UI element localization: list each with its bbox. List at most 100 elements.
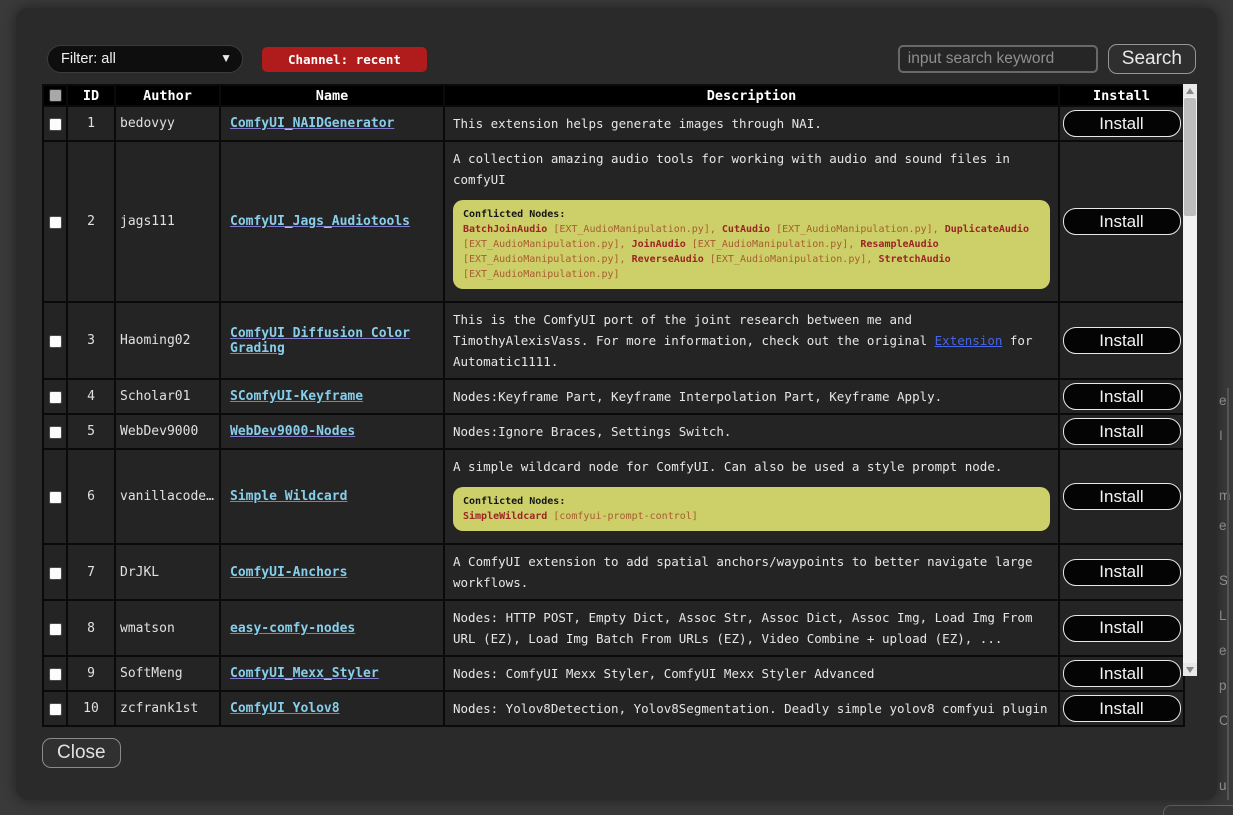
background-text-fragment: I — [1219, 428, 1233, 446]
conflicted-nodes-list: SimpleWildcard [comfyui-prompt-control] — [463, 509, 1040, 524]
table-scrollbar[interactable] — [1183, 84, 1197, 676]
row-checkbox[interactable] — [49, 623, 62, 636]
row-install-cell: Install — [1059, 106, 1184, 141]
row-checkbox[interactable] — [49, 426, 62, 439]
row-checkbox-cell — [43, 414, 67, 449]
install-button[interactable]: Install — [1063, 483, 1181, 510]
row-author: zcfrank1st — [115, 691, 220, 726]
conflicted-nodes-list: BatchJoinAudio [EXT_AudioManipulation.py… — [463, 222, 1040, 282]
row-author: wmatson — [115, 600, 220, 656]
conflicted-node-name: ReverseAudio — [632, 254, 704, 265]
row-description: Nodes:Ignore Braces, Settings Switch. — [444, 414, 1059, 449]
conflicted-node-file: [comfyui-prompt-control] — [547, 511, 698, 522]
row-description: A simple wildcard node for ComfyUI. Can … — [444, 449, 1059, 544]
table-row: 9SoftMengComfyUI_Mexx_StylerNodes: Comfy… — [43, 656, 1184, 691]
table-header-row: ID Author Name Description Install — [43, 85, 1184, 106]
row-checkbox[interactable] — [49, 335, 62, 348]
arrow-down-icon — [1186, 667, 1194, 673]
conflicted-nodes-box: Conflicted Nodes:SimpleWildcard [comfyui… — [453, 487, 1050, 531]
select-all-checkbox[interactable] — [49, 89, 62, 102]
column-header-description: Description — [444, 85, 1059, 106]
conflicted-nodes-title: Conflicted Nodes: — [463, 494, 1040, 509]
row-checkbox[interactable] — [49, 391, 62, 404]
node-name-link[interactable]: ComfyUI-Anchors — [230, 565, 347, 580]
scrollbar-thumb[interactable] — [1184, 98, 1196, 216]
row-checkbox-cell — [43, 141, 67, 302]
node-name-link[interactable]: ComfyUI_NAIDGenerator — [230, 116, 394, 131]
search-button[interactable]: Search — [1108, 44, 1196, 74]
node-name-link[interactable]: easy-comfy-nodes — [230, 621, 355, 636]
arrow-up-icon — [1186, 88, 1194, 94]
row-description: This is the ComfyUI port of the joint re… — [444, 302, 1059, 379]
row-name-cell: ComfyUI Yolov8 — [220, 691, 444, 726]
row-author: Scholar01 — [115, 379, 220, 414]
nodes-table: ID Author Name Description Install 1bedo… — [42, 84, 1185, 727]
install-button[interactable]: Install — [1063, 327, 1181, 354]
row-author: DrJKL — [115, 544, 220, 600]
row-author: Haoming02 — [115, 302, 220, 379]
node-name-link[interactable]: ComfyUI Diffusion Color Grading — [230, 326, 410, 356]
node-name-link[interactable]: WebDev9000-Nodes — [230, 424, 355, 439]
install-button[interactable]: Install — [1063, 660, 1181, 687]
row-checkbox[interactable] — [49, 216, 62, 229]
table-row: 4Scholar01SComfyUI-KeyframeNodes:Keyfram… — [43, 379, 1184, 414]
install-button[interactable]: Install — [1063, 383, 1181, 410]
row-checkbox[interactable] — [49, 567, 62, 580]
search-input[interactable] — [898, 45, 1098, 73]
node-name-link[interactable]: SComfyUI-Keyframe — [230, 389, 363, 404]
row-checkbox-cell — [43, 600, 67, 656]
node-name-link[interactable]: ComfyUI Yolov8 — [230, 701, 340, 716]
row-name-cell: ComfyUI_NAIDGenerator — [220, 106, 444, 141]
node-name-link[interactable]: ComfyUI_Mexx_Styler — [230, 666, 379, 681]
row-name-cell: easy-comfy-nodes — [220, 600, 444, 656]
row-checkbox-cell — [43, 302, 67, 379]
row-install-cell: Install — [1059, 449, 1184, 544]
row-description: Nodes: Yolov8Detection, Yolov8Segmentati… — [444, 691, 1059, 726]
row-author: bedovyy — [115, 106, 220, 141]
row-id: 8 — [67, 600, 115, 656]
channel-badge: Channel: recent — [262, 47, 427, 72]
row-install-cell: Install — [1059, 691, 1184, 726]
row-description: Nodes:Keyframe Part, Keyframe Interpolat… — [444, 379, 1059, 414]
install-button[interactable]: Install — [1063, 418, 1181, 445]
install-button[interactable]: Install — [1063, 110, 1181, 137]
close-button[interactable]: Close — [42, 738, 121, 768]
row-name-cell: Simple Wildcard — [220, 449, 444, 544]
row-install-cell: Install — [1059, 379, 1184, 414]
row-checkbox[interactable] — [49, 118, 62, 131]
row-description: A ComfyUI extension to add spatial ancho… — [444, 544, 1059, 600]
install-button[interactable]: Install — [1063, 695, 1181, 722]
row-checkbox-cell — [43, 449, 67, 544]
table-row: 7DrJKLComfyUI-AnchorsA ComfyUI extension… — [43, 544, 1184, 600]
conflicted-node-file: [EXT_AudioManipulation.py] — [463, 269, 620, 280]
background-dialog-edge — [1163, 805, 1233, 815]
row-install-cell: Install — [1059, 141, 1184, 302]
conflicted-node-file: [EXT_AudioManipulation.py], — [463, 254, 632, 265]
install-button[interactable]: Install — [1063, 615, 1181, 642]
filter-select[interactable]: Filter: all — [47, 45, 243, 73]
background-text-fragment: C — [1219, 713, 1233, 731]
node-name-link[interactable]: Simple Wildcard — [230, 489, 347, 504]
conflicted-node-name: CutAudio — [722, 224, 770, 235]
table-row: 3Haoming02ComfyUI Diffusion Color Gradin… — [43, 302, 1184, 379]
table-row: 8wmatsoneasy-comfy-nodesNodes: HTTP POST… — [43, 600, 1184, 656]
row-checkbox[interactable] — [49, 491, 62, 504]
install-button[interactable]: Install — [1063, 208, 1181, 235]
conflicted-node-name: ResampleAudio — [860, 239, 938, 250]
scroll-down-button[interactable] — [1183, 663, 1197, 676]
row-checkbox-cell — [43, 106, 67, 141]
conflicted-node-file: [EXT_AudioManipulation.py], — [547, 224, 722, 235]
background-text-fragment: p — [1219, 678, 1233, 696]
conflicted-nodes-title: Conflicted Nodes: — [463, 207, 1040, 222]
background-text-fragment: m — [1219, 488, 1233, 506]
node-name-link[interactable]: ComfyUI_Jags_Audiotools — [230, 214, 410, 229]
row-install-cell: Install — [1059, 656, 1184, 691]
row-id: 5 — [67, 414, 115, 449]
install-button[interactable]: Install — [1063, 559, 1181, 586]
conflicted-node-name: JoinAudio — [632, 239, 686, 250]
row-checkbox[interactable] — [49, 668, 62, 681]
row-checkbox[interactable] — [49, 703, 62, 716]
scroll-up-button[interactable] — [1183, 84, 1197, 97]
description-link[interactable]: Extension — [935, 333, 1003, 348]
row-name-cell: ComfyUI Diffusion Color Grading — [220, 302, 444, 379]
